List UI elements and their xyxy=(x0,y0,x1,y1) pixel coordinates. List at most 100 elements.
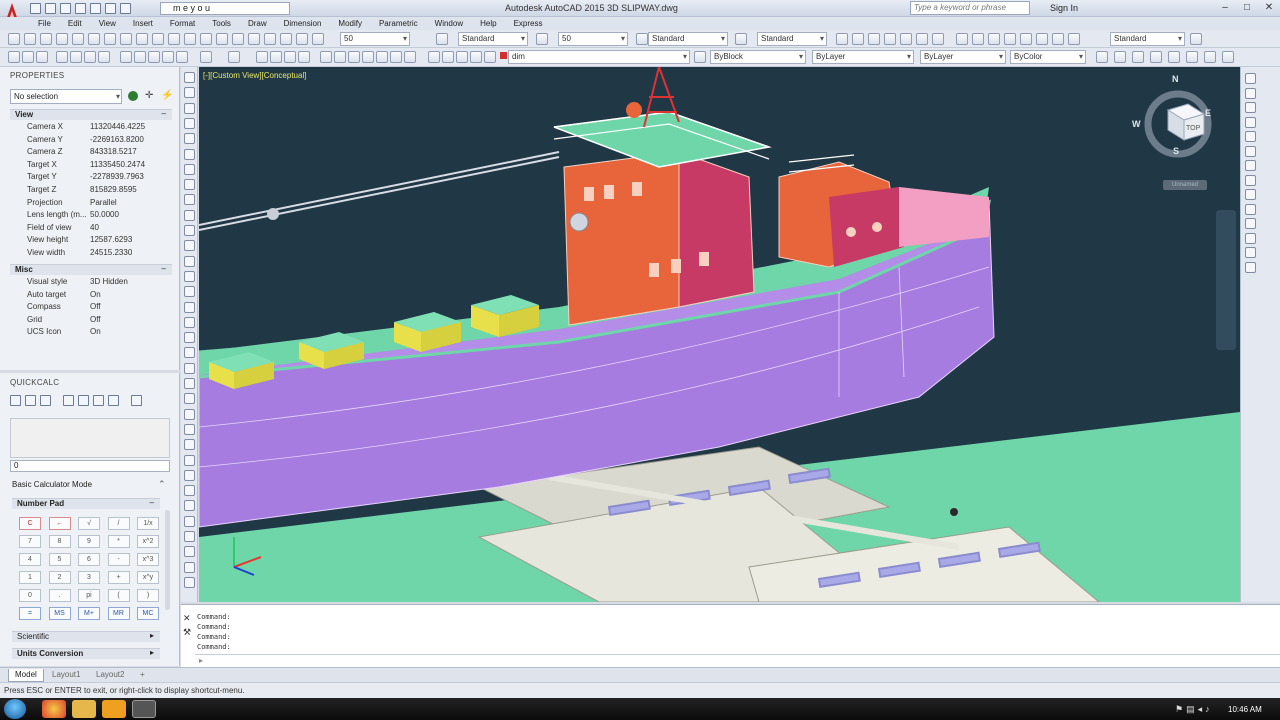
property-row[interactable]: Auto target On xyxy=(10,289,172,301)
chevron-up-icon[interactable]: ⌃ xyxy=(158,479,166,490)
property-row[interactable]: Camera Z 843318.5217 xyxy=(10,146,172,158)
nav-icon-3[interactable] xyxy=(988,33,1000,45)
menu-view[interactable]: View xyxy=(91,17,125,30)
modify-tool-icon[interactable] xyxy=(1245,160,1256,171)
draw-tool-icon[interactable] xyxy=(184,485,195,497)
autocad-taskbar-icon[interactable] xyxy=(132,700,156,718)
nav-icon-8[interactable] xyxy=(1068,33,1080,45)
property-value[interactable]: On xyxy=(90,289,101,301)
tab-layout1[interactable]: Layout1 xyxy=(46,669,86,682)
zoom-window-icon[interactable] xyxy=(284,51,296,63)
pan-icon[interactable] xyxy=(256,51,268,63)
navigation-bar[interactable] xyxy=(1216,210,1236,350)
draw-tool-icon[interactable] xyxy=(184,87,195,99)
nav-icon-6[interactable] xyxy=(1036,33,1048,45)
workspace-icon-8[interactable] xyxy=(1222,51,1234,63)
calc-key[interactable]: x^3 xyxy=(137,553,159,566)
scale-combo[interactable]: 50 xyxy=(340,32,410,46)
nav-icon-1[interactable] xyxy=(956,33,968,45)
layer-combo[interactable]: dim xyxy=(508,50,690,64)
draw-tool-icon[interactable] xyxy=(184,240,195,252)
taskbar-clock[interactable]: 10:46 AM xyxy=(1228,705,1262,714)
light-icon[interactable] xyxy=(296,33,308,45)
save-icon[interactable] xyxy=(60,3,71,14)
drawing-viewport[interactable] xyxy=(199,67,1240,602)
publish-icon[interactable] xyxy=(84,51,96,63)
tab-layout2[interactable]: Layout2 xyxy=(90,669,130,682)
workspace-icon-6[interactable] xyxy=(1186,51,1198,63)
workspace-icon-2[interactable] xyxy=(1114,51,1126,63)
text-style-combo[interactable]: Standard xyxy=(458,32,528,46)
draw-tool-icon[interactable] xyxy=(184,163,195,175)
compass-east[interactable]: E xyxy=(1205,108,1211,118)
cut-icon[interactable] xyxy=(120,51,132,63)
calc-key[interactable]: 1 xyxy=(19,571,41,584)
draw-tool-icon[interactable] xyxy=(184,286,195,298)
draw-tool-icon[interactable] xyxy=(184,393,195,405)
property-row[interactable]: Field of view 40 xyxy=(10,222,172,234)
draw-tool-icon[interactable] xyxy=(184,72,195,83)
workspace-icon-1[interactable] xyxy=(1096,51,1108,63)
workspace-icon-5[interactable] xyxy=(1168,51,1180,63)
calc-key[interactable]: 6 xyxy=(78,553,100,566)
scrollbar[interactable] xyxy=(165,510,170,610)
menu-tools[interactable]: Tools xyxy=(204,17,240,30)
3d-dwf-icon[interactable] xyxy=(98,51,110,63)
draw-tool-icon[interactable] xyxy=(184,515,195,527)
modify-tool-icon[interactable] xyxy=(1245,87,1256,99)
modify-tool-icon[interactable] xyxy=(1245,261,1256,273)
modify-tool-icon[interactable] xyxy=(1245,203,1256,215)
tool-palettes-icon[interactable] xyxy=(348,51,360,63)
extend-icon[interactable] xyxy=(120,33,132,45)
menu-edit[interactable]: Edit xyxy=(60,17,91,30)
draw-tool-icon[interactable] xyxy=(184,576,195,588)
property-value[interactable]: 12587.6293 xyxy=(90,234,132,246)
calc-key[interactable]: 0 xyxy=(19,589,41,602)
clear-history-icon[interactable] xyxy=(25,395,36,406)
property-row[interactable]: Grid Off xyxy=(10,314,172,326)
calc-key[interactable]: - xyxy=(107,553,130,566)
compass-north[interactable]: N xyxy=(1172,74,1179,84)
modify-tool-icon[interactable] xyxy=(1245,218,1256,229)
modify-tool-icon[interactable] xyxy=(1245,145,1256,157)
calc-key[interactable]: 3 xyxy=(78,571,100,584)
angle-icon[interactable] xyxy=(93,395,104,406)
open-file-icon[interactable] xyxy=(22,51,34,63)
multileader-style-combo[interactable]: Standard xyxy=(1110,32,1185,46)
sheet-set-icon[interactable] xyxy=(362,51,374,63)
search-input[interactable]: Type a keyword or phrase xyxy=(910,1,1030,15)
collapse-icon[interactable]: – xyxy=(162,264,166,274)
calc-key[interactable]: / xyxy=(107,517,130,530)
circle-icon[interactable] xyxy=(56,33,68,45)
calc-key[interactable]: + xyxy=(107,571,130,584)
collapse-icon[interactable]: – xyxy=(162,109,166,119)
draw-tool-icon[interactable] xyxy=(184,378,195,389)
get-coords-icon[interactable] xyxy=(63,395,74,406)
property-value[interactable]: -2278939.7963 xyxy=(90,171,144,183)
modify-tool-icon[interactable] xyxy=(1245,247,1256,258)
nav-icon-7[interactable] xyxy=(1052,33,1064,45)
property-row[interactable]: Camera Y -2269163.8200 xyxy=(10,134,172,146)
copy-icon[interactable] xyxy=(134,51,146,63)
lineweight-combo[interactable]: ByLayer xyxy=(920,50,1006,64)
toggle-pickadd-icon[interactable] xyxy=(128,91,138,101)
modify-tool-icon[interactable] xyxy=(1245,102,1256,113)
property-row[interactable]: Compass Off xyxy=(10,301,172,313)
draw-tool-icon[interactable] xyxy=(184,408,195,420)
draw-tool-icon[interactable] xyxy=(184,423,195,435)
property-value[interactable]: Off xyxy=(90,314,101,326)
workspace-dropdown[interactable]: m e y o u xyxy=(160,2,290,15)
open-icon[interactable] xyxy=(45,3,56,14)
chevron-down-icon[interactable]: ▾ xyxy=(116,92,120,101)
property-value[interactable]: 3D Hidden xyxy=(90,276,128,288)
calc-input-field[interactable]: 0 xyxy=(10,460,170,472)
property-row[interactable]: Camera X 11320446.4225 xyxy=(10,121,172,133)
draw-tool-icon[interactable] xyxy=(184,500,195,512)
line-icon[interactable] xyxy=(8,33,20,45)
calc-key[interactable]: MC xyxy=(137,607,159,620)
draw-tool-icon[interactable] xyxy=(184,561,195,573)
layer-state-icon[interactable] xyxy=(442,51,454,63)
save-file-icon[interactable] xyxy=(36,51,48,63)
property-value[interactable]: 40 xyxy=(90,222,99,234)
draw-tool-icon[interactable] xyxy=(184,332,195,344)
